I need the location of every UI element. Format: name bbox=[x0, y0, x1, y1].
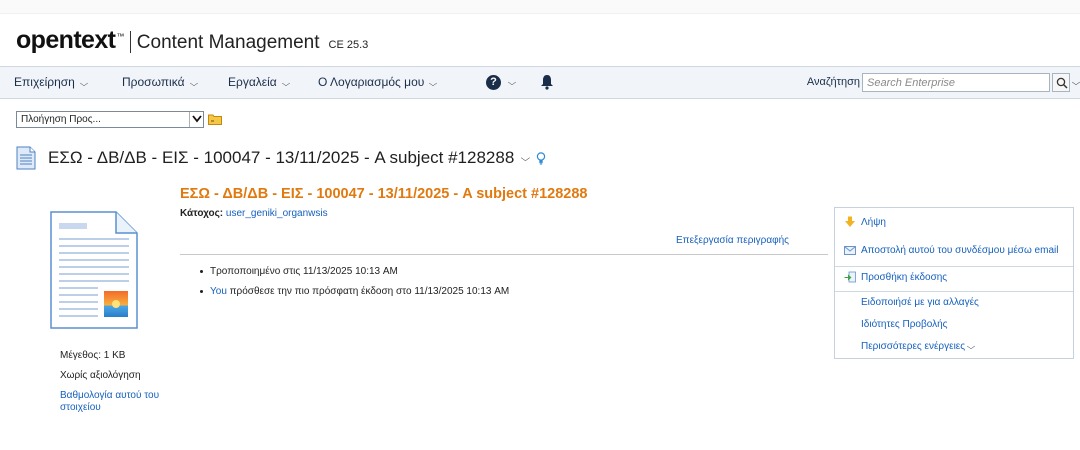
brand-divider bbox=[129, 31, 131, 53]
owner-link[interactable]: user_geniki_organwsis bbox=[226, 208, 328, 219]
help-icon[interactable]: ? bbox=[486, 75, 501, 90]
owner-line: Κάτοχος: user_geniki_organwsis bbox=[180, 208, 328, 219]
activity-item: Τροποποιημένο στις 11/13/2025 10:13 AM bbox=[200, 266, 509, 286]
nav-menu-my-account[interactable]: Ο Λογαριασμός μου ⌵ bbox=[318, 67, 438, 98]
opentext-logo[interactable]: opentext™ bbox=[16, 26, 124, 55]
document-heading: ΕΣΩ - ΔΒ/ΔΒ - ΕΙΣ - 100047 - 13/11/2025 … bbox=[180, 186, 588, 202]
action-view-properties[interactable]: Ιδιότητες Προβολής bbox=[835, 314, 1073, 336]
product-version: CE 25.3 bbox=[328, 39, 369, 51]
nav-menu-enterprise[interactable]: Επιχείρηση ⌵ bbox=[14, 67, 89, 98]
help-chevron-down-icon[interactable]: ⌵ bbox=[508, 67, 517, 98]
rating-status: Χωρίς αξιολόγηση bbox=[60, 370, 141, 381]
nav-menu-personal[interactable]: Προσωπικά ⌵ bbox=[122, 67, 198, 98]
email-icon bbox=[844, 246, 856, 255]
search-button[interactable] bbox=[1052, 73, 1070, 92]
lightbulb-icon[interactable] bbox=[536, 151, 546, 165]
product-name: Content Management bbox=[136, 32, 320, 53]
action-download[interactable]: Λήψη bbox=[835, 212, 1073, 234]
search-input[interactable] bbox=[862, 73, 1050, 92]
chevron-down-icon bbox=[192, 115, 202, 123]
title-menu-chevron-icon[interactable]: ⌵ bbox=[521, 153, 531, 164]
top-strip bbox=[0, 0, 1080, 14]
dropdown-arrow[interactable] bbox=[189, 112, 203, 127]
search-label: Αναζήτηση bbox=[806, 76, 860, 88]
notifications-bell-icon[interactable] bbox=[540, 74, 554, 90]
add-version-icon bbox=[844, 271, 856, 283]
goto-select[interactable]: Πλοήγηση Προς... bbox=[16, 111, 204, 128]
actions-panel: Λήψη Αποστολή αυτού του συνδέσμου μέσω e… bbox=[834, 207, 1074, 359]
action-notify-changes[interactable]: Ειδοποιήσέ με για αλλαγές bbox=[835, 291, 1073, 313]
chevron-down-icon: ⌵ bbox=[79, 79, 89, 88]
page-title-row: ΕΣΩ - ΔΒ/ΔΒ - ΕΙΣ - 100047 - 13/11/2025 … bbox=[16, 143, 546, 173]
chevron-down-icon: ⌵ bbox=[281, 79, 291, 88]
activity-item: You πρόσθεσε την πιο πρόσφατη έκδοση στο… bbox=[200, 286, 509, 306]
chevron-down-icon: ⌵ bbox=[966, 342, 976, 351]
description-divider bbox=[180, 254, 828, 255]
file-size: Μέγεθος: 1 KB bbox=[60, 350, 126, 361]
owner-label: Κάτοχος: bbox=[180, 208, 224, 219]
rate-item-link[interactable]: Βαθμολογία αυτού του στοιχείου bbox=[60, 390, 180, 414]
brand-bar: opentext™ Content Management CE 25.3 bbox=[16, 26, 368, 58]
main-nav: Επιχείρηση ⌵ Προσωπικά ⌵ Εργαλεία ⌵ Ο Λογαρ… bbox=[0, 66, 1080, 99]
action-email-link[interactable]: Αποστολή αυτού του συνδέσμου μέσω email bbox=[835, 240, 1073, 262]
action-more-actions[interactable]: Περισσότερες ενέργειες ⌵ bbox=[835, 336, 1073, 358]
nav-menu-tools[interactable]: Εργαλεία ⌵ bbox=[228, 67, 291, 98]
search-icon bbox=[1056, 77, 1068, 89]
edit-description-link[interactable]: Επεξεργασία περιγραφής bbox=[676, 235, 789, 246]
activity-list: Τροποποιημένο στις 11/13/2025 10:13 AM Y… bbox=[200, 266, 509, 306]
activity-user-link[interactable]: You bbox=[210, 286, 227, 297]
chevron-down-icon: ⌵ bbox=[189, 79, 198, 88]
page-title: ΕΣΩ - ΔΒ/ΔΒ - ΕΙΣ - 100047 - 13/11/2025 … bbox=[48, 148, 515, 167]
search-options-chevron-icon[interactable]: ⌵ bbox=[1072, 67, 1080, 98]
action-add-version[interactable]: Προσθήκη έκδοσης bbox=[835, 266, 1073, 290]
folder-up-icon[interactable] bbox=[208, 113, 222, 125]
document-icon bbox=[16, 146, 36, 170]
chevron-down-icon: ⌵ bbox=[429, 79, 438, 88]
document-thumbnail-icon[interactable] bbox=[50, 211, 138, 329]
download-icon bbox=[845, 216, 855, 227]
